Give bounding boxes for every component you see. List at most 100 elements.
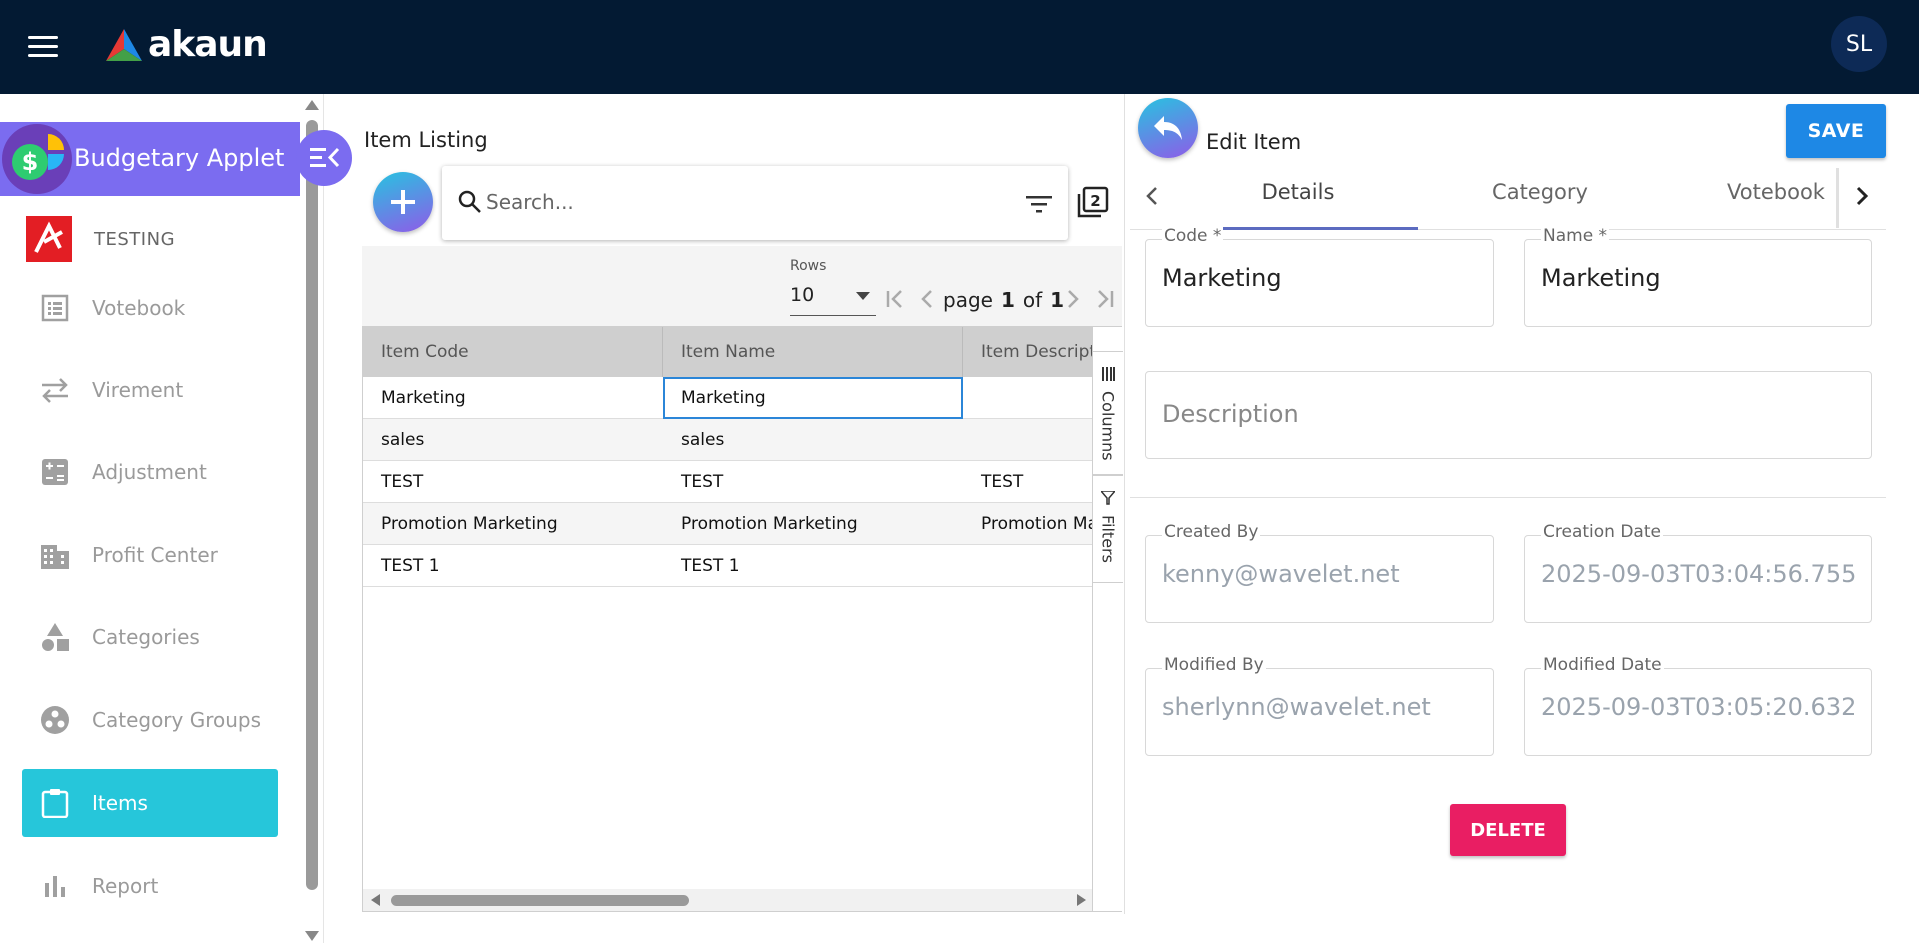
back-button[interactable] bbox=[1138, 98, 1198, 158]
cell-item-code[interactable]: TEST 1 bbox=[363, 545, 663, 587]
code-label: Code * bbox=[1162, 226, 1224, 246]
tenant-name: TESTING bbox=[94, 228, 176, 250]
table-row[interactable]: TEST TEST TEST bbox=[363, 461, 1092, 503]
pagination-bar bbox=[362, 246, 1122, 326]
creation-date-label: Creation Date bbox=[1541, 522, 1663, 542]
last-page-icon[interactable] bbox=[1094, 288, 1116, 316]
add-item-button[interactable] bbox=[373, 172, 433, 232]
search-box bbox=[442, 166, 1068, 240]
sidebar-item-category-groups[interactable]: Category Groups bbox=[22, 686, 278, 754]
sidebar-item-profit-center[interactable]: Profit Center bbox=[22, 521, 278, 589]
sidebar-item-items[interactable]: Items bbox=[22, 769, 278, 837]
shapes-icon bbox=[40, 622, 70, 652]
next-page-icon[interactable] bbox=[1064, 288, 1082, 316]
item-grid: Item Code Item Name Item Description Mar… bbox=[362, 326, 1123, 912]
cell-item-name[interactable]: Marketing bbox=[663, 377, 963, 419]
cell-item-code[interactable]: Promotion Marketing bbox=[363, 503, 663, 545]
created-by-field: Created By bbox=[1145, 522, 1494, 623]
modified-by-field: Modified By bbox=[1145, 655, 1494, 756]
collapse-sidebar-button[interactable] bbox=[296, 130, 352, 186]
brand-logo[interactable]: akaun bbox=[104, 24, 268, 65]
delete-button[interactable]: DELETE bbox=[1450, 804, 1566, 856]
name-input[interactable] bbox=[1541, 264, 1855, 292]
tabs-scroll-left-icon[interactable] bbox=[1144, 184, 1160, 214]
sidebar-item-adjustment[interactable]: Adjustment bbox=[22, 438, 278, 506]
scroll-left-icon[interactable] bbox=[371, 894, 380, 906]
scrollbar-thumb[interactable] bbox=[306, 120, 318, 890]
svg-text:$: $ bbox=[22, 148, 39, 176]
filter-layers-icon[interactable]: 2 bbox=[1075, 186, 1109, 224]
created-by-label: Created By bbox=[1162, 522, 1261, 542]
plus-icon bbox=[391, 190, 415, 214]
sidebar-scrollbar[interactable] bbox=[300, 94, 324, 943]
top-bar: akaun SL bbox=[0, 0, 1919, 94]
budget-applet-icon: $ bbox=[2, 124, 72, 194]
code-input[interactable] bbox=[1162, 264, 1477, 292]
tenant-selector[interactable]: TESTING bbox=[26, 216, 175, 262]
cell-item-description[interactable]: TEST bbox=[963, 461, 1092, 503]
search-input[interactable] bbox=[486, 186, 986, 218]
sidebar-item-votebook[interactable]: Votebook bbox=[22, 274, 278, 342]
cell-item-code[interactable]: Marketing bbox=[363, 377, 663, 419]
edit-tabs: Details Category Votebook bbox=[1130, 168, 1886, 230]
cell-item-description[interactable] bbox=[963, 545, 1092, 587]
clipboard-icon bbox=[40, 788, 70, 818]
first-page-icon[interactable] bbox=[884, 288, 906, 316]
tenant-logo bbox=[26, 216, 72, 262]
cell-item-description[interactable] bbox=[963, 419, 1092, 461]
rows-per-page-select[interactable]: 10 bbox=[790, 278, 876, 316]
tab-filters-label: Filters bbox=[1098, 515, 1118, 563]
scroll-down-icon[interactable] bbox=[305, 931, 319, 941]
table-row[interactable]: TEST 1 TEST 1 bbox=[363, 545, 1092, 587]
bar-chart-icon bbox=[40, 871, 70, 901]
creation-date-input bbox=[1541, 560, 1855, 588]
column-header-item-code[interactable]: Item Code bbox=[363, 327, 663, 377]
description-input[interactable] bbox=[1162, 400, 1855, 428]
description-field[interactable] bbox=[1145, 371, 1872, 459]
cell-item-description[interactable]: Promotion Marketing bbox=[963, 503, 1092, 545]
sidebar-item-categories[interactable]: Categories bbox=[22, 603, 278, 671]
menu-collapse-icon bbox=[310, 147, 340, 168]
column-header-item-description[interactable]: Item Description bbox=[963, 327, 1092, 377]
reply-arrow-icon bbox=[1154, 116, 1182, 140]
page-indicator: page 1 of 1 bbox=[943, 288, 1072, 312]
save-button[interactable]: SAVE bbox=[1786, 104, 1886, 158]
cell-item-name[interactable]: TEST 1 bbox=[663, 545, 963, 587]
calculator-icon bbox=[40, 457, 70, 487]
horizontal-scrollbar[interactable] bbox=[363, 889, 1092, 911]
cell-item-code[interactable]: sales bbox=[363, 419, 663, 461]
applet-title: Budgetary Applet bbox=[74, 144, 285, 172]
modified-by-input bbox=[1162, 693, 1477, 721]
cell-item-name[interactable]: TEST bbox=[663, 461, 963, 503]
horizontal-scrollbar-thumb[interactable] bbox=[391, 895, 689, 906]
sidebar-item-label: Virement bbox=[92, 378, 184, 402]
previous-page-icon[interactable] bbox=[918, 288, 936, 316]
avatar[interactable]: SL bbox=[1831, 16, 1887, 72]
cell-item-name[interactable]: sales bbox=[663, 419, 963, 461]
scroll-up-icon[interactable] bbox=[305, 100, 319, 110]
table-row[interactable]: Promotion Marketing Promotion Marketing … bbox=[363, 503, 1092, 545]
name-field[interactable]: Name * bbox=[1524, 226, 1872, 327]
sidebar-item-report[interactable]: Report bbox=[22, 852, 278, 920]
cell-item-name[interactable]: Promotion Marketing bbox=[663, 503, 963, 545]
tab-votebook[interactable]: Votebook bbox=[1716, 180, 1836, 204]
code-field[interactable]: Code * bbox=[1145, 226, 1494, 327]
column-header-item-name[interactable]: Item Name bbox=[663, 327, 963, 377]
table-row[interactable]: sales sales bbox=[363, 419, 1092, 461]
page-prefix: page bbox=[943, 288, 993, 312]
sidebar-item-label: Adjustment bbox=[92, 460, 207, 484]
tab-filters[interactable]: Filters bbox=[1093, 475, 1123, 583]
sidebar-item-label: Categories bbox=[92, 625, 200, 649]
cell-item-description[interactable] bbox=[963, 377, 1092, 419]
scroll-right-icon[interactable] bbox=[1077, 894, 1086, 906]
cell-item-code[interactable]: TEST bbox=[363, 461, 663, 503]
menu-icon[interactable] bbox=[28, 36, 58, 58]
tab-details[interactable]: Details bbox=[1178, 180, 1418, 204]
tab-columns[interactable]: Columns bbox=[1093, 351, 1123, 475]
filter-icon[interactable] bbox=[1026, 196, 1052, 218]
tab-category[interactable]: Category bbox=[1420, 180, 1660, 204]
sidebar-item-label: Profit Center bbox=[92, 543, 218, 567]
sidebar-item-virement[interactable]: Virement bbox=[22, 356, 278, 424]
tabs-scroll-right-icon[interactable] bbox=[1854, 184, 1870, 214]
table-row[interactable]: Marketing Marketing bbox=[363, 377, 1092, 419]
